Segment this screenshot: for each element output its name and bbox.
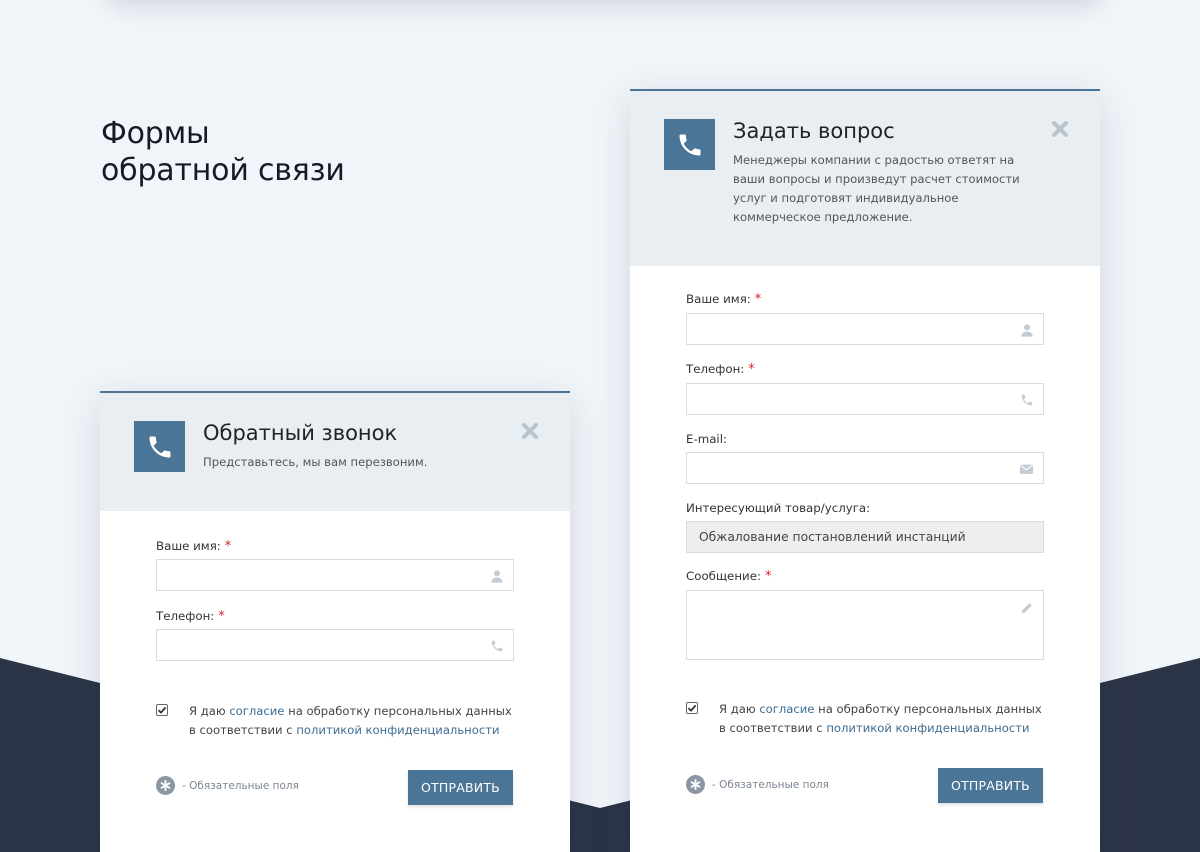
- name-input[interactable]: [687, 314, 1043, 344]
- phone-small-icon: [491, 640, 503, 652]
- checkbox-checked-icon: [157, 706, 167, 714]
- phone-small-icon: [1021, 394, 1033, 406]
- consent-checkbox[interactable]: [156, 704, 168, 716]
- consent-checkbox[interactable]: [686, 702, 698, 714]
- phone-field[interactable]: [156, 629, 514, 661]
- message-label: Сообщение: *: [686, 569, 771, 584]
- name-field[interactable]: [156, 559, 514, 591]
- consent-link[interactable]: согласие: [229, 704, 284, 718]
- email-label: E-mail:: [686, 432, 727, 446]
- message-textarea[interactable]: [687, 591, 1043, 659]
- phone-icon: [664, 119, 715, 170]
- name-label: Ваше имя: *: [156, 539, 231, 554]
- consent-prefix: Я даю: [189, 704, 230, 718]
- message-label-text: Сообщение:: [686, 569, 761, 583]
- phone-label-text: Телефон:: [686, 362, 745, 376]
- required-star: *: [218, 609, 225, 624]
- page-title-line-2: обратной связи: [101, 153, 345, 188]
- callback-modal: Обратный звонок Представьтесь, мы вам пе…: [100, 391, 570, 852]
- page-title-line-1: Формы: [101, 116, 210, 151]
- product-label-text: Интересующий товар/услуга:: [686, 501, 871, 515]
- asterisk-icon: [686, 775, 705, 794]
- close-icon[interactable]: [520, 421, 540, 441]
- privacy-policy-link[interactable]: политикой конфиденциальности: [296, 723, 499, 737]
- name-label-text: Ваше имя:: [156, 539, 221, 553]
- product-value: Обжалование постановлений инстанций: [699, 530, 966, 544]
- close-icon[interactable]: [1050, 119, 1070, 139]
- consent-block: Я даю согласие на обработку персональных…: [156, 702, 516, 740]
- name-field[interactable]: [686, 313, 1044, 345]
- name-label-text: Ваше имя:: [686, 292, 751, 306]
- required-star: *: [754, 292, 762, 307]
- email-input[interactable]: [687, 453, 1043, 483]
- product-field: Обжалование постановлений инстанций: [686, 521, 1044, 553]
- name-input[interactable]: [157, 560, 513, 590]
- product-label: Интересующий товар/услуга:: [686, 501, 870, 515]
- consent-text: Я даю согласие на обработку персональных…: [189, 702, 516, 740]
- phone-label: Телефон: *: [686, 362, 755, 377]
- consent-link[interactable]: согласие: [759, 702, 814, 716]
- phone-input[interactable]: [687, 384, 1043, 414]
- submit-button[interactable]: ОТПРАВИТЬ: [938, 768, 1043, 803]
- privacy-policy-link[interactable]: политикой конфиденциальности: [826, 721, 1029, 735]
- checkbox-checked-icon: [687, 704, 697, 712]
- callback-modal-title: Обратный звонок: [203, 421, 398, 445]
- required-fields-note: - Обязательные поля: [156, 776, 299, 795]
- message-field[interactable]: [686, 590, 1044, 660]
- pencil-icon: [1021, 603, 1032, 614]
- asterisk-icon: [156, 776, 175, 795]
- consent-block: Я даю согласие на обработку персональных…: [686, 700, 1046, 738]
- phone-label-text: Телефон:: [156, 609, 215, 623]
- required-fields-text: - Обязательные поля: [182, 779, 299, 792]
- required-star: *: [224, 539, 232, 554]
- envelope-icon: [1019, 464, 1034, 474]
- consent-text: Я даю согласие на обработку персональных…: [719, 700, 1046, 738]
- required-fields-text: - Обязательные поля: [712, 778, 829, 791]
- question-modal-title: Задать вопрос: [733, 119, 895, 143]
- question-modal-subtitle: Менеджеры компании с радостью ответят на…: [733, 153, 1020, 224]
- required-fields-note: - Обязательные поля: [686, 775, 829, 794]
- required-star: *: [748, 362, 755, 377]
- user-icon: [491, 570, 503, 583]
- callback-modal-header: Обратный звонок Представьтесь, мы вам пе…: [100, 393, 570, 511]
- email-label-text: E-mail:: [686, 432, 727, 446]
- question-modal: Задать вопрос Менеджеры компании с радос…: [630, 89, 1100, 852]
- phone-icon: [134, 421, 185, 472]
- user-icon: [1021, 324, 1033, 337]
- phone-label: Телефон: *: [156, 609, 225, 624]
- submit-button[interactable]: ОТПРАВИТЬ: [408, 770, 513, 805]
- phone-field[interactable]: [686, 383, 1044, 415]
- email-field[interactable]: [686, 452, 1044, 484]
- phone-input[interactable]: [157, 630, 513, 660]
- callback-modal-subtitle: Представьтесь, мы вам перезвоним.: [203, 455, 428, 469]
- required-star: *: [764, 569, 772, 584]
- name-label: Ваше имя: *: [686, 292, 761, 307]
- page-title: Формы обратной связи: [101, 115, 345, 189]
- consent-prefix: Я даю: [719, 702, 760, 716]
- question-modal-header: Задать вопрос Менеджеры компании с радос…: [630, 91, 1100, 266]
